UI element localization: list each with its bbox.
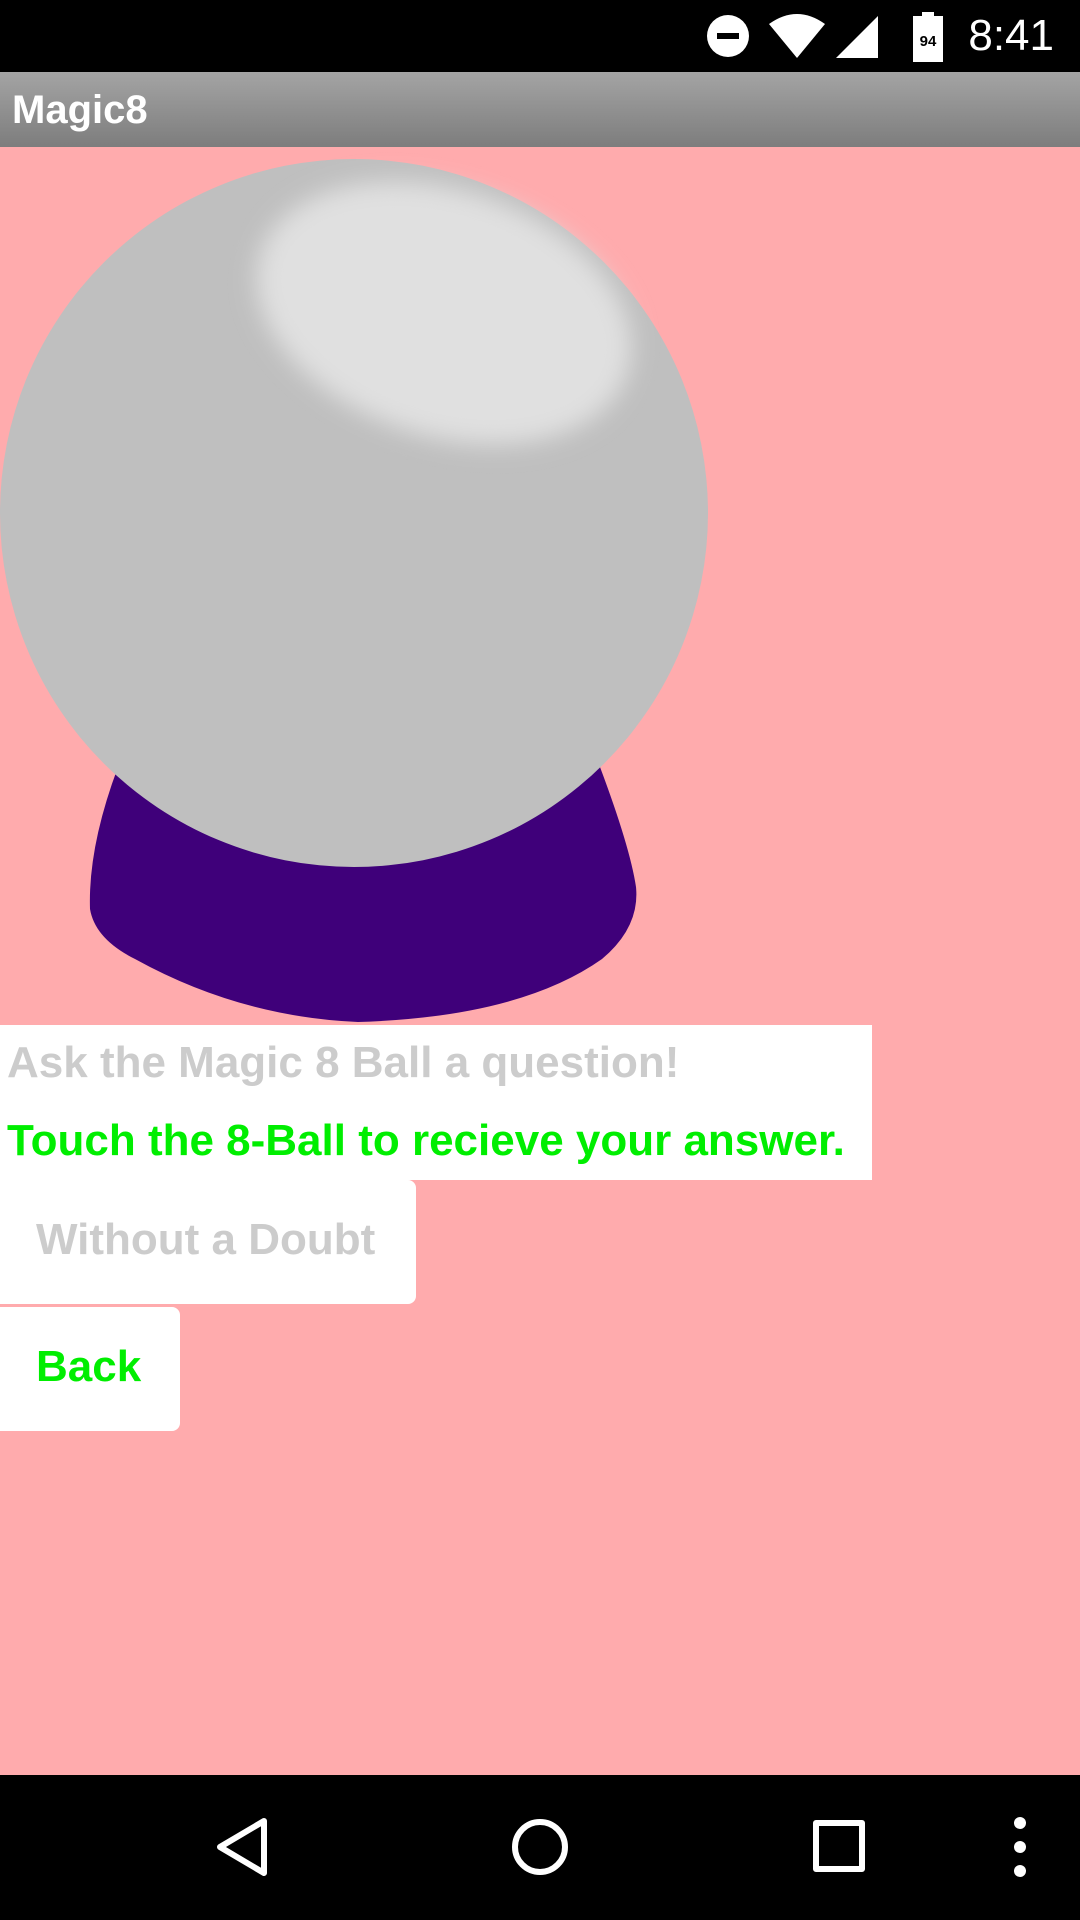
- battery-icon: 94: [913, 12, 943, 67]
- navigation-bar: [0, 1775, 1080, 1920]
- home-circle-icon[interactable]: [510, 1817, 570, 1882]
- question-text: Ask the Magic 8 Ball a question!: [7, 1038, 680, 1087]
- instruction-text: Touch the 8-Ball to recieve your answer.: [7, 1116, 845, 1165]
- app-bar: Magic8: [0, 72, 1080, 147]
- svg-text:94: 94: [920, 33, 937, 50]
- cellular-signal-icon: [834, 14, 880, 65]
- main-content: Ask the Magic 8 Ball a question! Touch t…: [0, 147, 1080, 1775]
- back-button[interactable]: Back: [0, 1307, 180, 1431]
- status-time: 8:41: [968, 11, 1054, 60]
- wifi-icon: [768, 12, 826, 65]
- recents-square-icon[interactable]: [812, 1819, 868, 1880]
- text-panel: Ask the Magic 8 Ball a question! Touch t…: [0, 1025, 872, 1180]
- status-bar: 94 8:41: [0, 0, 1080, 72]
- answer-button[interactable]: Without a Doubt: [0, 1180, 416, 1304]
- back-button-label: Back: [36, 1342, 142, 1391]
- app-title: Magic8: [12, 88, 148, 132]
- magic-8-ball-image[interactable]: [0, 147, 712, 1025]
- do-not-disturb-icon: [706, 14, 750, 63]
- answer-button-label: Without a Doubt: [36, 1215, 376, 1264]
- back-triangle-icon[interactable]: [214, 1817, 270, 1882]
- app-screen: 94 8:41 Magic8 Ask the Magic 8 Ball a qu…: [0, 0, 1080, 1920]
- overflow-menu-icon[interactable]: [1008, 1815, 1032, 1884]
